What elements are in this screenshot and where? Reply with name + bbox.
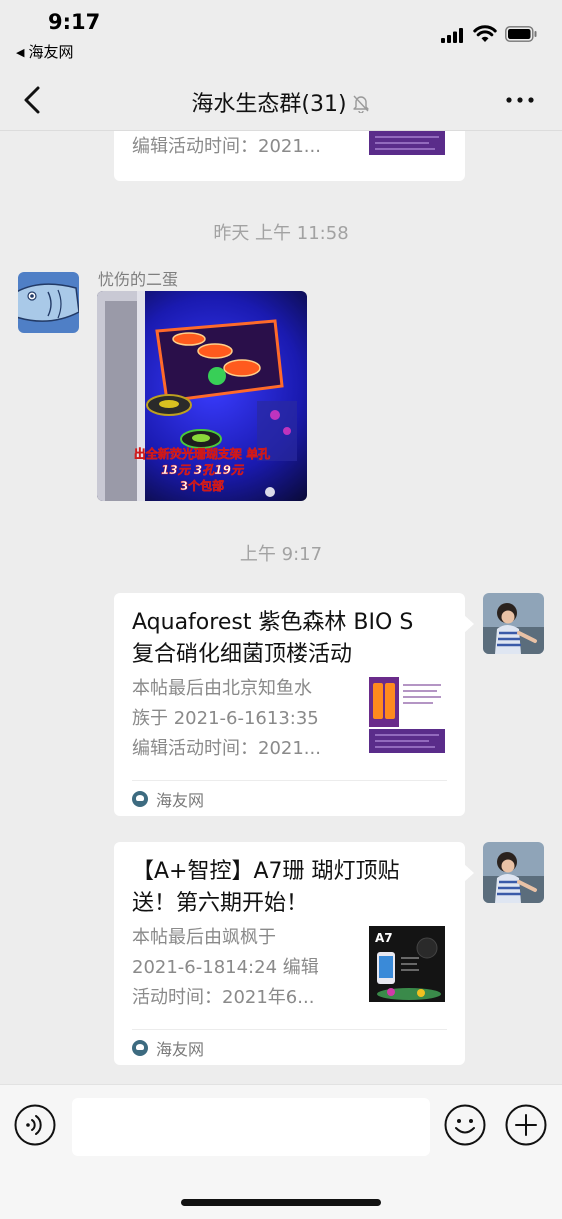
photo-message[interactable]: 出全新荧光珊瑚支架 单孔 13元 3孔19元 3个包部 (97, 291, 307, 501)
avatar[interactable] (483, 593, 544, 654)
link-card-desc: 2021-6-1814:24 编辑 (132, 957, 319, 978)
fish-avatar-icon (18, 272, 79, 333)
link-source-label: 海友网 (156, 1040, 205, 1059)
plus-icon[interactable] (505, 1104, 547, 1146)
battery-icon (505, 26, 537, 42)
message-timestamp: 上午 9:17 (239, 544, 323, 565)
link-thumbnail (369, 677, 445, 753)
status-bar: 9:17 ◀ 海友网 (0, 0, 562, 72)
more-options-icon[interactable] (504, 90, 536, 110)
link-card-desc: 编辑活动时间：2021... (132, 738, 321, 759)
child-photo-avatar-icon (483, 593, 544, 654)
photo-overlay-text-1: 出全新荧光珊瑚支架 单孔 (134, 446, 270, 461)
card-divider (132, 1029, 447, 1030)
signal-icon (441, 28, 463, 43)
link-thumbnail (369, 131, 445, 155)
mute-bell-icon (352, 95, 369, 113)
link-card-title: 【A+智控】A7珊 瑚灯顶贴 (132, 859, 400, 884)
link-card-title: 送！第六期开始！ (132, 891, 309, 916)
link-source: 海友网 (132, 1036, 204, 1060)
link-thumbnail: A7 (369, 926, 445, 1002)
sender-name: 忧伤的二蛋 (98, 270, 179, 289)
link-card-desc: 编辑活动时间：2021... (132, 136, 321, 157)
bubble-tail (464, 864, 474, 882)
photo-overlay-text-2: 13元 3孔19元 (161, 463, 245, 477)
thumbnail-label: A7 (375, 931, 393, 945)
chat-header: 海水生态群(31) (0, 72, 562, 131)
voice-input-icon[interactable] (14, 1104, 56, 1146)
link-card-desc: 本帖最后由北京知鱼水 (132, 678, 312, 699)
child-photo-avatar-icon (483, 842, 544, 903)
link-card-desc: 活动时间：2021年6... (132, 987, 315, 1008)
bubble-tail (464, 615, 474, 633)
source-logo-icon (132, 1040, 148, 1056)
emoji-icon[interactable] (444, 1104, 486, 1146)
watermark-icon (265, 487, 275, 497)
chat-title-text: 海水生态群(31) (191, 92, 347, 117)
avatar[interactable] (483, 842, 544, 903)
link-card-title: Aquaforest 紫色森林 BIO S (132, 610, 414, 635)
chat-input-bar (0, 1084, 562, 1219)
link-source: 海友网 (132, 787, 204, 811)
back-to-app-link[interactable]: ◀ 海友网 (16, 41, 73, 62)
source-logo-icon (132, 791, 148, 807)
link-card-title: 复合硝化细菌顶楼活动 (132, 642, 353, 667)
link-card-desc: 族于 2021-6-1613:35 (132, 708, 319, 729)
card-divider (132, 780, 447, 781)
back-app-label: 海友网 (28, 43, 74, 61)
photo-overlay-text-3: 3个包部 (180, 478, 224, 493)
avatar[interactable] (18, 272, 79, 333)
message-timestamp: 昨天 上午 11:58 (213, 223, 349, 244)
link-card[interactable]: Aquaforest 紫色森林 BIO S 复合硝化细菌顶楼活动 本帖最后由北京… (114, 593, 474, 816)
link-card[interactable]: 【A+智控】A7珊 瑚灯顶贴 送！第六期开始！ 本帖最后由飒枫于 2021-6-… (114, 842, 474, 1065)
chat-title: 海水生态群(31) (0, 86, 562, 118)
message-input[interactable] (72, 1098, 430, 1156)
link-card-partial[interactable]: 编辑活动时间：2021... (114, 131, 465, 181)
link-source-label: 海友网 (156, 791, 205, 810)
home-indicator[interactable] (181, 1199, 381, 1206)
wifi-icon (473, 25, 497, 42)
coral-rack-photo: 出全新荧光珊瑚支架 单孔 13元 3孔19元 3个包部 (97, 291, 307, 501)
link-card-desc: 本帖最后由飒枫于 (132, 927, 276, 948)
status-time: 9:17 (48, 10, 101, 34)
back-triangle-icon: ◀ (16, 46, 25, 59)
